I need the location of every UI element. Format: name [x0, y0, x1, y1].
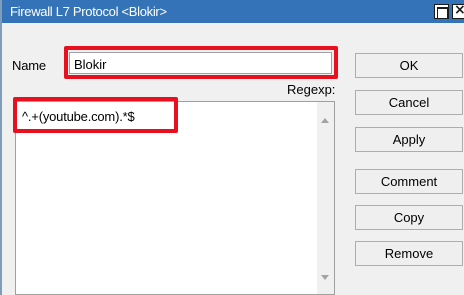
maximize-icon[interactable] — [434, 4, 449, 19]
name-label: Name — [12, 58, 46, 73]
dialog-window: Firewall L7 Protocol <Blokir> × Name Reg… — [0, 0, 464, 295]
name-input[interactable] — [69, 52, 332, 74]
comment-button[interactable]: Comment — [355, 169, 463, 194]
regexp-label: Regexp: — [287, 82, 336, 97]
ok-button[interactable]: OK — [355, 53, 463, 78]
scroll-up-icon[interactable] — [321, 118, 329, 123]
title-bar[interactable]: Firewall L7 Protocol <Blokir> × — [2, 0, 464, 23]
cancel-button[interactable]: Cancel — [355, 90, 463, 115]
close-icon[interactable]: × — [452, 2, 464, 19]
apply-button[interactable]: Apply — [355, 127, 463, 152]
vertical-scrollbar[interactable] — [317, 102, 334, 294]
copy-button[interactable]: Copy — [355, 205, 463, 230]
remove-button[interactable]: Remove — [355, 241, 463, 266]
scroll-down-icon[interactable] — [321, 275, 329, 280]
regexp-textarea[interactable]: ^.+(youtube.com).*$ — [15, 101, 335, 295]
window-title: Firewall L7 Protocol <Blokir> — [10, 4, 167, 19]
regexp-value: ^.+(youtube.com).*$ — [22, 109, 135, 124]
